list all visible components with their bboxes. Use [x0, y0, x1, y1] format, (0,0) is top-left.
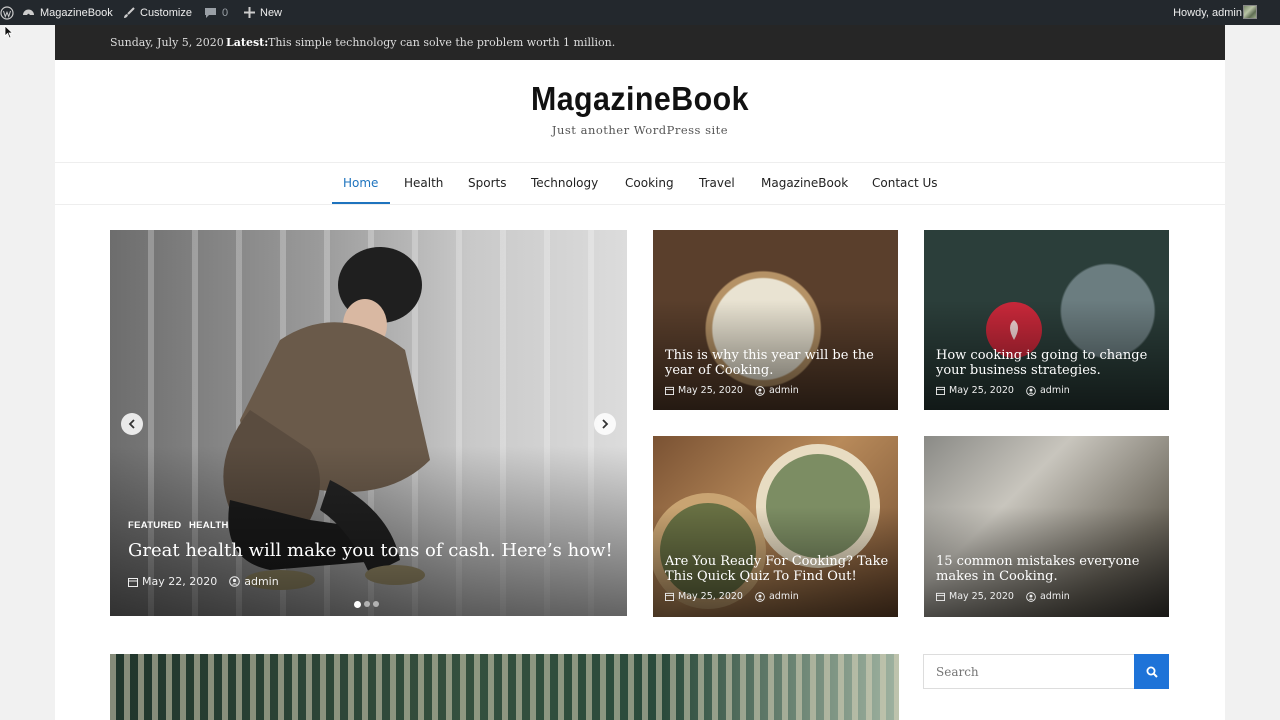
- slider-dot-3[interactable]: [373, 601, 379, 607]
- site-tagline: Just another WordPress site: [551, 123, 729, 137]
- main-navigation: Home Health Sports Technology Cooking Tr…: [55, 162, 1225, 205]
- wordpress-logo-icon[interactable]: [0, 0, 14, 25]
- top-info-bar: Sunday, July 5, 2020 Latest: This simple…: [55, 25, 1225, 60]
- slide-title[interactable]: Great health will make you tons of cash.…: [128, 540, 613, 561]
- post-image-circuit-board[interactable]: [110, 654, 899, 720]
- brush-icon: [124, 6, 135, 18]
- card-title[interactable]: This is why this year will be the year o…: [665, 348, 893, 378]
- current-date: Sunday, July 5, 2020: [110, 36, 224, 49]
- slide-author[interactable]: admin: [244, 575, 278, 588]
- card-author[interactable]: admin: [769, 385, 799, 396]
- admin-bar-site-link[interactable]: MagazineBook: [22, 0, 113, 25]
- user-icon: [229, 576, 241, 587]
- mouse-cursor-icon: [4, 25, 14, 39]
- user-icon: [1026, 591, 1036, 602]
- slider-dot-1[interactable]: [354, 600, 361, 608]
- calendar-icon: [936, 386, 945, 395]
- nav-item-cooking[interactable]: Cooking: [625, 163, 674, 204]
- user-icon: [755, 591, 765, 602]
- card-date[interactable]: May 25, 2020: [678, 385, 743, 396]
- nav-active-indicator: [332, 202, 390, 204]
- calendar-icon: [665, 592, 674, 601]
- card-meta: May 25, 2020 admin: [665, 591, 799, 602]
- admin-bar-new-link[interactable]: New: [244, 0, 282, 25]
- slide-category-health[interactable]: HEALTH: [189, 520, 229, 531]
- card-title[interactable]: Are You Ready For Cooking? Take This Qui…: [665, 554, 893, 584]
- card-date[interactable]: May 25, 2020: [949, 385, 1014, 396]
- chevron-left-icon: [128, 419, 135, 429]
- admin-bar-howdy[interactable]: Howdy, admin: [1173, 0, 1242, 25]
- featured-slider[interactable]: FEATURED HEALTH Great health will make y…: [110, 230, 627, 616]
- user-icon: [755, 385, 765, 396]
- card-meta: May 25, 2020 admin: [936, 385, 1070, 396]
- slider-next-button[interactable]: [594, 413, 616, 435]
- slider-dot-2[interactable]: [364, 601, 370, 607]
- card-meta: May 25, 2020 admin: [665, 385, 799, 396]
- card-title[interactable]: 15 common mistakes everyone makes in Coo…: [936, 554, 1164, 584]
- chevron-right-icon: [602, 419, 609, 429]
- slide-shade: [110, 446, 627, 616]
- card-date[interactable]: May 25, 2020: [678, 591, 743, 602]
- dashboard-icon: [23, 9, 34, 17]
- nav-item-magazinebook[interactable]: MagazineBook: [761, 163, 848, 204]
- post-card[interactable]: 15 common mistakes everyone makes in Coo…: [924, 436, 1169, 617]
- admin-bar-comments-link[interactable]: 0: [204, 0, 228, 25]
- card-meta: May 25, 2020 admin: [936, 591, 1070, 602]
- nav-item-contact-us[interactable]: Contact Us: [872, 163, 938, 204]
- slide-date[interactable]: May 22, 2020: [142, 575, 217, 588]
- admin-bar-customize-link[interactable]: Customize: [123, 0, 192, 25]
- admin-bar-new-label: New: [260, 6, 283, 19]
- nav-item-health[interactable]: Health: [404, 163, 443, 204]
- search-button[interactable]: [1134, 654, 1169, 689]
- latest-ticker-link[interactable]: This simple technology can solve the pro…: [268, 36, 615, 49]
- nav-item-technology[interactable]: Technology: [531, 163, 598, 204]
- comment-bubble-icon: [205, 7, 216, 18]
- post-card[interactable]: Are You Ready For Cooking? Take This Qui…: [653, 436, 898, 617]
- admin-bar-comments-count: 0: [222, 6, 229, 19]
- post-card[interactable]: This is why this year will be the year o…: [653, 230, 898, 410]
- slide-meta: May 22, 2020 admin: [128, 575, 279, 588]
- card-author[interactable]: admin: [769, 591, 799, 602]
- admin-bar-howdy-text: Howdy, admin: [1173, 6, 1242, 19]
- admin-bar-customize-label: Customize: [140, 6, 192, 19]
- nav-item-home[interactable]: Home: [343, 163, 378, 204]
- search-icon: [1146, 666, 1158, 678]
- slide-category-featured[interactable]: FEATURED: [128, 520, 181, 531]
- site-page: Sunday, July 5, 2020 Latest: This simple…: [55, 25, 1225, 720]
- admin-avatar[interactable]: [1243, 5, 1257, 19]
- slider-dots: [354, 600, 379, 608]
- slider-prev-button[interactable]: [121, 413, 143, 435]
- calendar-icon: [936, 592, 945, 601]
- plus-icon: [244, 7, 255, 18]
- search-input[interactable]: [923, 654, 1135, 689]
- calendar-icon: [665, 386, 674, 395]
- card-author[interactable]: admin: [1040, 591, 1070, 602]
- nav-item-sports[interactable]: Sports: [468, 163, 506, 204]
- post-card[interactable]: How cooking is going to change your busi…: [924, 230, 1169, 410]
- admin-bar: MagazineBook Customize 0 New Howdy, admi…: [0, 0, 1280, 25]
- card-title[interactable]: How cooking is going to change your busi…: [936, 348, 1164, 378]
- calendar-icon: [128, 577, 138, 587]
- user-icon: [1026, 385, 1036, 396]
- latest-label: Latest:: [226, 36, 269, 49]
- site-title[interactable]: MagazineBook: [102, 80, 1178, 118]
- card-date[interactable]: May 25, 2020: [949, 591, 1014, 602]
- card-author[interactable]: admin: [1040, 385, 1070, 396]
- circuit-texture: [110, 654, 899, 720]
- admin-bar-site-name: MagazineBook: [40, 6, 113, 19]
- nav-item-travel[interactable]: Travel: [699, 163, 735, 204]
